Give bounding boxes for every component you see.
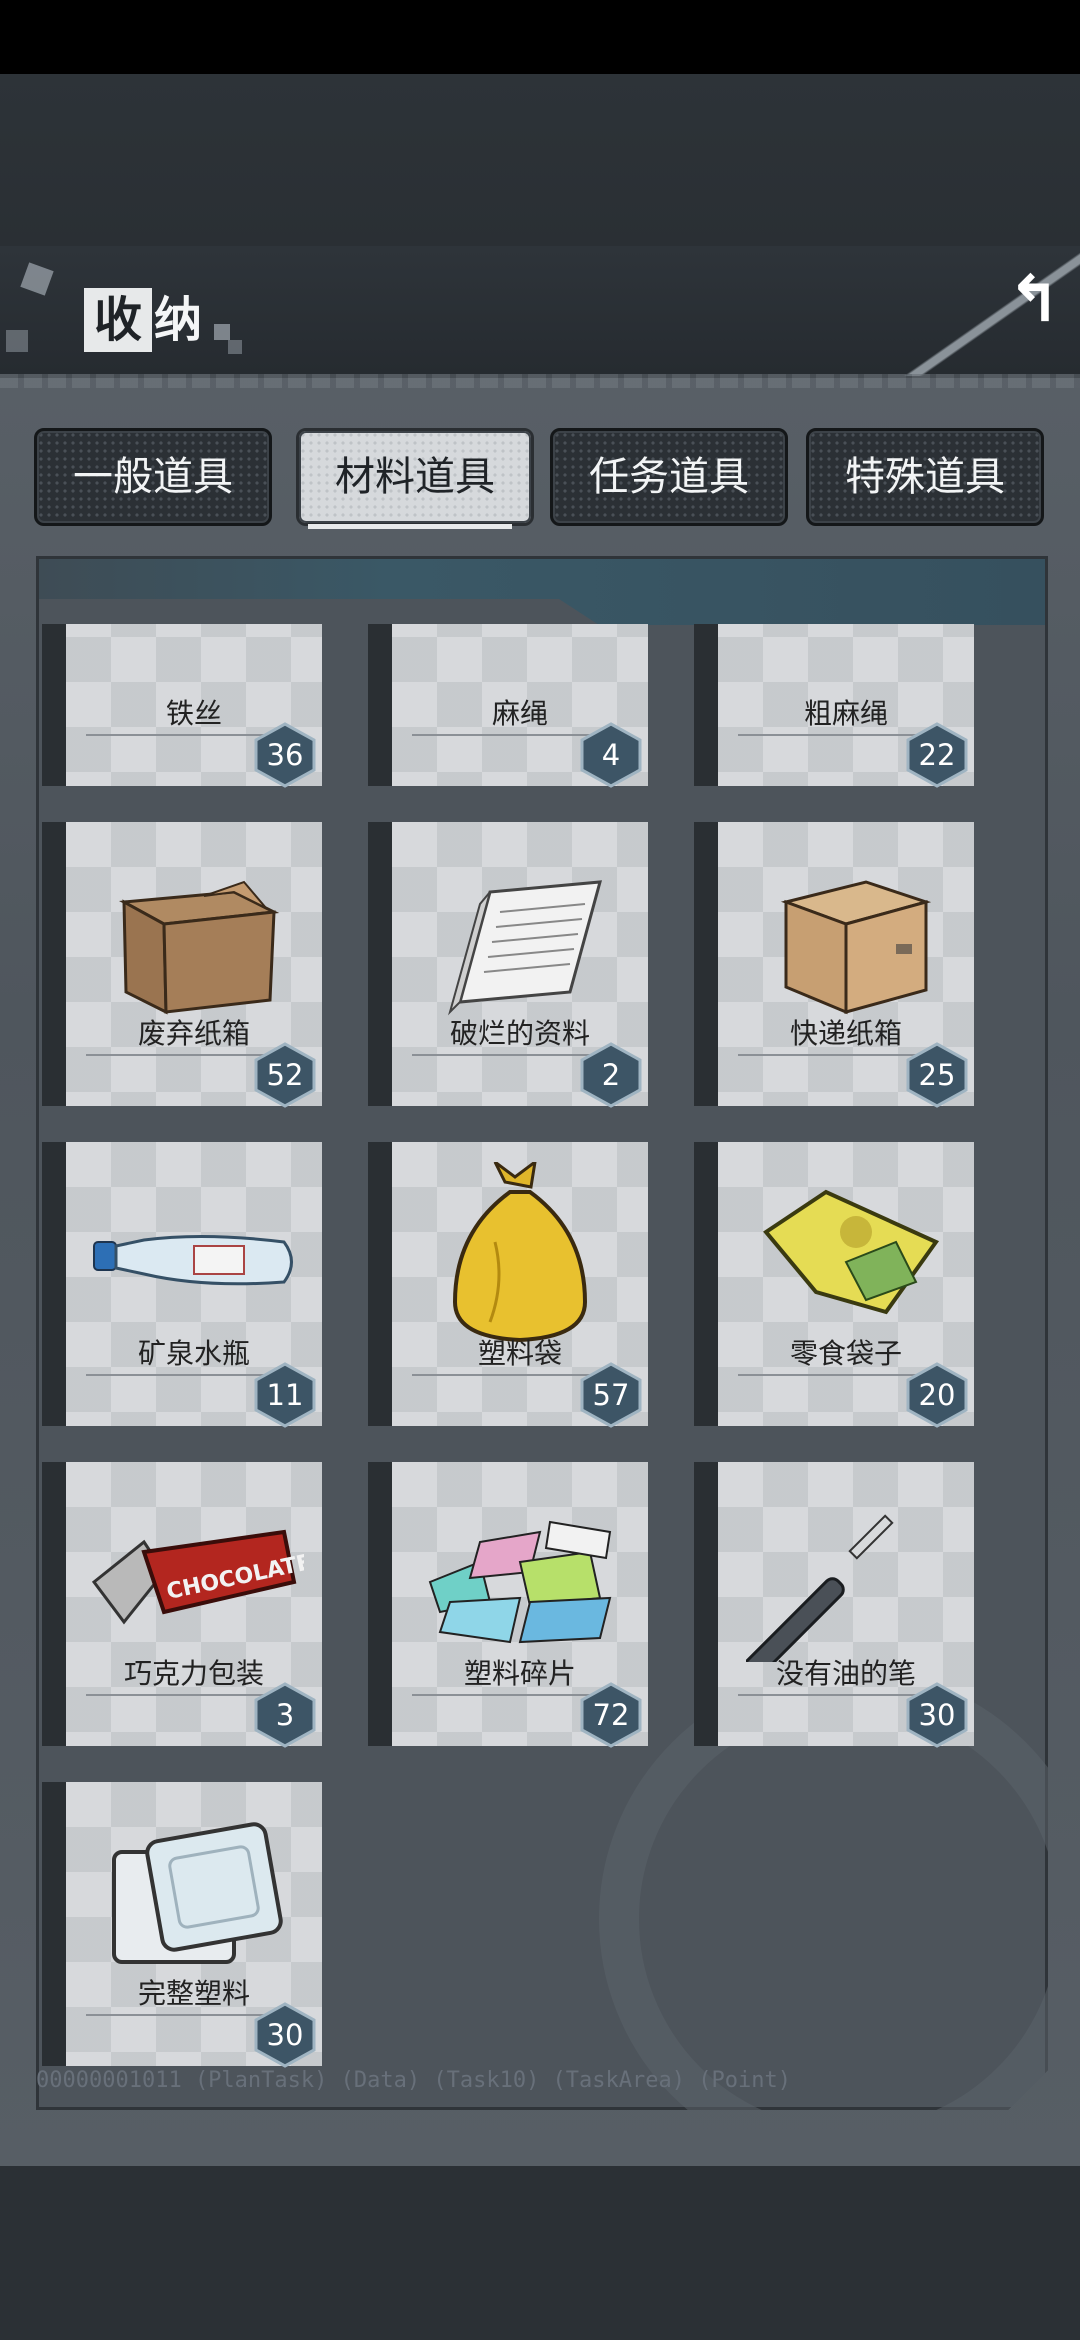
worn-cardboard-box-icon bbox=[66, 842, 322, 1032]
item-card[interactable]: 矿泉水瓶 11 bbox=[42, 1142, 322, 1428]
item-count-badge: 4 bbox=[578, 722, 644, 788]
item-count: 3 bbox=[275, 1698, 295, 1732]
chocolate-wrapper-icon: CHOCOLATE bbox=[66, 1482, 322, 1672]
item-count: 30 bbox=[266, 2018, 304, 2052]
item-count-badge: 57 bbox=[578, 1362, 644, 1428]
item-count-badge: 72 bbox=[578, 1682, 644, 1748]
navigation-bar bbox=[0, 2166, 1080, 2340]
item-count: 2 bbox=[601, 1058, 621, 1092]
item-count-badge: 2 bbox=[578, 1042, 644, 1108]
item-count-badge: 20 bbox=[904, 1362, 970, 1428]
status-bar bbox=[0, 0, 1080, 74]
back-arrow-icon: ↰ bbox=[1007, 263, 1061, 337]
item-count: 25 bbox=[918, 1058, 956, 1092]
plastic-bag-icon bbox=[392, 1162, 648, 1352]
item-count-badge: 30 bbox=[904, 1682, 970, 1748]
header-bar: 收 纳 ↰ bbox=[0, 246, 1080, 378]
item-count: 4 bbox=[601, 738, 621, 772]
tab-quest-items[interactable]: 任务道具 bbox=[550, 428, 788, 526]
item-card[interactable]: 快递纸箱 25 bbox=[694, 822, 974, 1108]
decor-square bbox=[228, 340, 242, 354]
water-bottle-icon bbox=[66, 1162, 322, 1352]
decor-square bbox=[6, 330, 28, 352]
item-count: 30 bbox=[918, 1698, 956, 1732]
item-card[interactable]: 没有油的笔 30 bbox=[694, 1462, 974, 1748]
storage-screen: 收 纳 ↰ 一般道具 材料道具 任务道具 特殊道具 铁丝 36 麻绳 4 粗麻绳 22 废弃… bbox=[0, 246, 1080, 2166]
item-count-badge: 30 bbox=[252, 2002, 318, 2068]
debug-footer-text: 00000001011 (PlanTask) (Data) (Task10) (… bbox=[36, 2068, 791, 2093]
item-count: 11 bbox=[266, 1378, 304, 1412]
upper-band bbox=[0, 74, 1080, 246]
item-count-badge: 22 bbox=[904, 722, 970, 788]
item-count-badge: 11 bbox=[252, 1362, 318, 1428]
item-count: 20 bbox=[918, 1378, 956, 1412]
tab-material-items[interactable]: 材料道具 bbox=[296, 428, 534, 526]
item-count-badge: 36 bbox=[252, 722, 318, 788]
delivery-box-icon bbox=[718, 842, 974, 1032]
item-card[interactable]: CHOCOLATE 巧克力包装 3 bbox=[42, 1462, 322, 1748]
plastic-container-icon bbox=[66, 1802, 322, 1992]
tab-general-items[interactable]: 一般道具 bbox=[34, 428, 272, 526]
item-card[interactable]: 废弃纸箱 52 bbox=[42, 822, 322, 1108]
page-title-first: 收 bbox=[84, 288, 152, 352]
item-grid[interactable]: 铁丝 36 麻绳 4 粗麻绳 22 废弃纸箱 52 破烂的资料 2 快递纸箱 25 矿泉水瓶 11 塑料袋 5… bbox=[36, 624, 1042, 2074]
item-count: 36 bbox=[266, 738, 304, 772]
item-card[interactable]: 铁丝 36 bbox=[42, 624, 322, 788]
snack-bag-icon bbox=[718, 1162, 974, 1352]
item-card[interactable]: 完整塑料 30 bbox=[42, 1782, 322, 2068]
item-count: 22 bbox=[918, 738, 956, 772]
item-card[interactable]: 零食袋子 20 bbox=[694, 1142, 974, 1428]
item-count: 57 bbox=[592, 1378, 630, 1412]
item-card[interactable]: 塑料袋 57 bbox=[368, 1142, 648, 1428]
item-count-badge: 3 bbox=[252, 1682, 318, 1748]
item-card[interactable]: 破烂的资料 2 bbox=[368, 822, 648, 1108]
item-card[interactable]: 粗麻绳 22 bbox=[694, 624, 974, 788]
empty-pen-icon bbox=[718, 1482, 974, 1672]
panel-header-strip bbox=[39, 559, 1045, 625]
torn-documents-icon bbox=[392, 842, 648, 1032]
item-count: 72 bbox=[592, 1698, 630, 1732]
plastic-shards-icon bbox=[392, 1482, 648, 1672]
item-card[interactable]: 塑料碎片 72 bbox=[368, 1462, 648, 1748]
item-count: 52 bbox=[266, 1058, 304, 1092]
back-button[interactable]: ↰ bbox=[996, 262, 1072, 338]
header-stripe bbox=[0, 374, 1080, 388]
active-tab-indicator bbox=[308, 524, 512, 529]
item-count-badge: 52 bbox=[252, 1042, 318, 1108]
item-card[interactable]: 麻绳 4 bbox=[368, 624, 648, 788]
page-title-rest: 纳 bbox=[154, 292, 203, 348]
item-count-badge: 25 bbox=[904, 1042, 970, 1108]
tab-special-items[interactable]: 特殊道具 bbox=[806, 428, 1044, 526]
decor-square bbox=[214, 324, 230, 340]
decor-square bbox=[20, 262, 54, 296]
